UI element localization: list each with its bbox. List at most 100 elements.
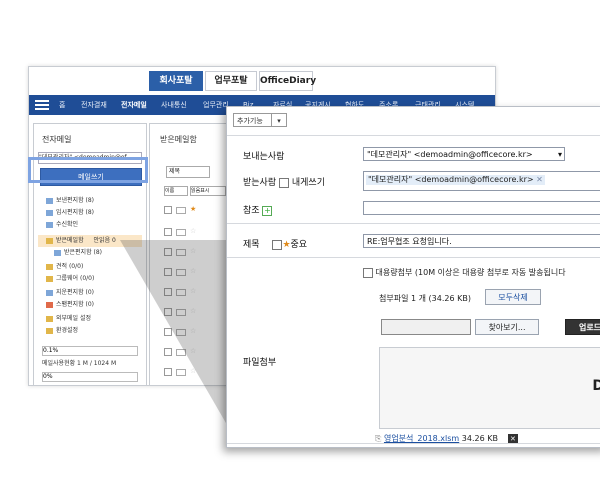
chevron-down-icon: ▾ [271,114,286,126]
select-all-checkbox[interactable] [164,206,172,214]
compose-highlight-frame [28,157,148,183]
file-dropzone[interactable]: D [379,347,600,429]
remove-icon[interactable]: ✕ [536,175,543,184]
spam-icon [46,301,53,308]
external-mail-settings[interactable]: 외부메일 설정 [46,314,91,324]
bulk-attach-row: 대용량첨부 (10M 이상은 대용량 첨부로 자동 발송됩니다 [363,267,566,278]
tab-work-portal[interactable]: 업무포탈 [205,71,257,91]
from-select[interactable]: "데모관리자" <demoadmin@officecore.kr> ▾ [363,147,565,161]
preferences[interactable]: 환경설정 [46,326,78,336]
tab-office-diary[interactable]: OfficeDiary [259,71,316,91]
nav-work-mgmt[interactable]: 업무관리 [203,95,229,115]
trash-icon [46,289,53,296]
folder-label: 보낸편지함 (8) [56,197,95,204]
mark-read-select[interactable]: 읽음표시 [190,186,226,196]
delete-all-button[interactable]: 모두삭제 [485,289,541,305]
zoom-shadow [120,240,230,430]
subject-label: 제목 [243,240,260,250]
nav-home[interactable]: 홈 [59,95,65,115]
filter-select[interactable]: 제목 [166,166,210,178]
menu-icon[interactable] [35,98,49,112]
nav-email[interactable]: 전자메일 [121,95,147,115]
add-cc-icon[interactable]: + [262,205,273,216]
folder-drafts[interactable]: 임시편지함 (8) [46,208,94,218]
from-value: "데모관리자" <demoadmin@officecore.kr> [367,150,533,159]
to-label-row: 받는사람 내게쓰기 [243,175,325,188]
folder-label: 외부메일 설정 [56,315,92,322]
folder-inbox-sub[interactable]: 받은편지함 (8) [54,248,102,258]
folder-label: 환경설정 [56,327,79,334]
star-icon: ★ [282,240,291,250]
attached-file-link[interactable]: 영업분석_2018.xlsm [384,434,459,443]
folder-label: 그룹웨어 (0/0) [56,275,95,282]
folder-spam[interactable]: 스팸편지함 (0) [46,300,94,310]
dropzone-text: D [592,378,600,394]
addon-dropdown[interactable]: 추가기능 ▾ [233,113,287,127]
recipient-value: "데모관리자" <demoadmin@officecore.kr> [368,175,534,184]
folder-quote[interactable]: 견적 (0/0) [46,262,83,272]
folder-label: 지운편지함 (0) [56,289,95,296]
usage-text: 메일사용현황 1 M / 1024 M [42,360,117,367]
folder-label: 임시편지함 (8) [56,209,95,216]
file-path-input[interactable] [381,319,471,335]
folder-groupware[interactable]: 그룹웨어 (0/0) [46,274,94,284]
nav-approval[interactable]: 전자결재 [81,95,107,115]
folder-label: 받은메일함 [56,237,84,244]
folder-trash[interactable]: 지운편지함 (0) [46,288,94,298]
folder-read-receipt[interactable]: 수신확인 [46,220,78,230]
unread-badge: 안읽음 0 [93,237,116,244]
row-checkbox[interactable] [164,228,172,236]
upload-button[interactable]: 업로드 [565,319,600,335]
cc-label: 참조 [243,206,260,216]
tab-company-portal[interactable]: 회사포탈 [149,71,203,91]
list-header-row: ★ [164,206,224,214]
envelope-icon [176,229,186,236]
divider [227,443,600,444]
send-to-self-checkbox[interactable] [279,177,289,188]
attach-label: 파일첨부 [243,358,277,368]
list-item[interactable]: ☆ [164,228,224,236]
star-icon[interactable]: ☆ [190,228,197,235]
sort-select[interactable]: 이름 [164,186,188,196]
remove-file-icon[interactable]: ✕ [507,433,518,444]
send-to-self-label: 내게쓰기 [291,178,325,188]
folder-sent[interactable]: 보낸편지함 (8) [46,196,94,206]
bulk-attach-checkbox[interactable] [363,267,373,278]
divider [227,257,600,258]
divider [227,135,600,136]
gear-icon [46,327,53,334]
folder-label: 수신확인 [56,221,79,228]
addon-label: 추가기능 [237,117,263,125]
folder-label: 받은편지함 (8) [64,249,103,256]
folder-icon [46,275,53,282]
subject-label-row: 제목 ★중요 [243,237,307,250]
divider [227,223,600,224]
browse-button[interactable]: 찾아보기... [475,319,539,335]
folder-icon [46,237,53,244]
compose-window: 추가기능 ▾ 보내는사람 "데모관리자" <demoadmin@officecor… [226,106,600,448]
nav-internal-comm[interactable]: 사내통신 [161,95,187,115]
cc-input[interactable] [363,201,600,215]
paperclip-icon: ⎘ [375,434,382,443]
file-count: 첨부파일 1 개 (34.26 KB) [379,294,471,303]
chevron-down-icon: ▾ [557,150,562,159]
star-icon: ★ [190,205,197,213]
recipient-tag: "데모관리자" <demoadmin@officecore.kr> ✕ [366,175,545,185]
cc-label-row: 참조 + [243,203,273,216]
folder-icon [54,249,61,256]
settings-icon [46,315,53,322]
important-checkbox[interactable] [272,239,283,250]
important-label: 중요 [290,240,308,250]
usage-percent-2: 0% [43,373,53,380]
bulk-attach-label: 대용량첨부 (10M 이상은 대용량 첨부로 자동 발송됩니다 [375,268,566,277]
folder-icon [46,209,53,216]
to-label: 받는사람 [243,178,277,188]
inbox-title: 받은메일함 [160,135,197,144]
to-input[interactable]: "데모관리자" <demoadmin@officecore.kr> ✕ [363,171,600,191]
usage-percent: 0.1% [43,347,59,354]
from-label: 보내는사람 [243,152,285,162]
folder-inbox[interactable]: 받은메일함 안읽음 0 [46,236,116,246]
subject-input[interactable]: RE:업무협조 요청입니다. [363,234,600,248]
sidebar-title: 전자메일 [42,135,72,144]
folder-label: 견적 (0/0) [56,263,84,270]
